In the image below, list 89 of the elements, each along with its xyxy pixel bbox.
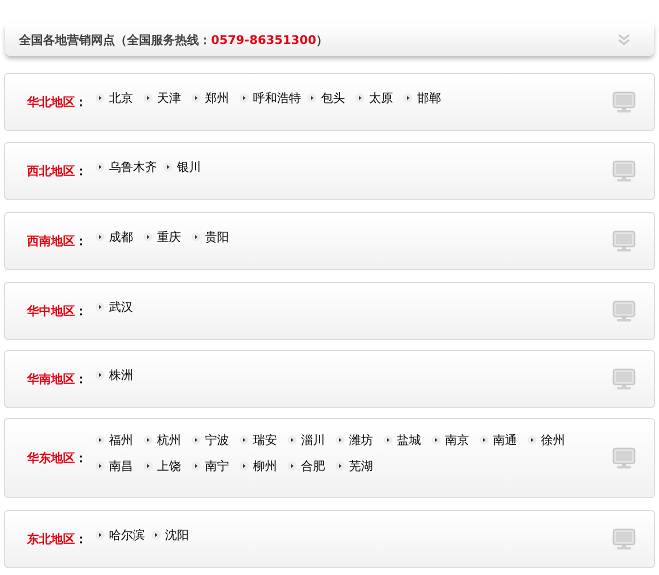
colon: ： — [75, 450, 88, 467]
colon: ： — [75, 163, 88, 180]
city-link[interactable]: 上饶 — [143, 457, 191, 475]
colon: ： — [75, 371, 88, 388]
region-name: 西南地区 — [27, 233, 75, 250]
bullet-icon — [143, 461, 153, 471]
region-name: 华南地区 — [27, 371, 75, 388]
city-link[interactable]: 柳州 — [239, 457, 287, 475]
city-link[interactable]: 武汉 — [95, 298, 143, 316]
city-link[interactable]: 包头 — [307, 89, 355, 107]
double-chevron-icon[interactable] — [618, 34, 630, 46]
city-link[interactable]: 成都 — [95, 228, 143, 246]
bullet-icon — [95, 302, 105, 312]
bullet-icon — [143, 93, 153, 103]
city-link[interactable]: 南昌 — [95, 457, 143, 475]
colon: ： — [75, 303, 88, 320]
city-link[interactable]: 芜湖 — [335, 457, 383, 475]
city-link[interactable]: 银川 — [163, 158, 211, 176]
monitor-icon — [612, 160, 636, 182]
bullet-icon — [95, 461, 105, 471]
city-link[interactable]: 南宁 — [191, 457, 239, 475]
bullet-icon — [95, 232, 105, 242]
region-name: 东北地区 — [27, 531, 75, 548]
city-link[interactable]: 瑞安 — [239, 431, 287, 449]
city-link[interactable]: 呼和浩特 — [239, 89, 307, 107]
bullet-icon — [163, 162, 173, 172]
city-link[interactable]: 合肥 — [287, 457, 335, 475]
bullet-icon — [527, 435, 537, 445]
region-name: 华中地区 — [27, 303, 75, 320]
city-link[interactable]: 贵阳 — [191, 228, 239, 246]
region-name: 西北地区 — [27, 163, 75, 180]
monitor-icon — [612, 300, 636, 322]
monitor-icon — [612, 368, 636, 390]
bullet-icon — [95, 530, 105, 540]
bullet-icon — [95, 435, 105, 445]
city-link[interactable]: 宁波 — [191, 431, 239, 449]
bullet-icon — [239, 435, 249, 445]
city-link[interactable]: 北京 — [95, 89, 143, 107]
bullet-icon — [287, 435, 297, 445]
bullet-icon — [95, 93, 105, 103]
bullet-icon — [191, 232, 201, 242]
bullet-icon — [307, 93, 317, 103]
city-link[interactable]: 重庆 — [143, 228, 191, 246]
city-link[interactable]: 盐城 — [383, 431, 431, 449]
city-link[interactable]: 郑州 — [191, 89, 239, 107]
bullet-icon — [191, 435, 201, 445]
bullet-icon — [239, 93, 249, 103]
bullet-icon — [239, 461, 249, 471]
bullet-icon — [287, 461, 297, 471]
city-link[interactable]: 淄川 — [287, 431, 335, 449]
bullet-icon — [151, 530, 161, 540]
city-link[interactable]: 太原 — [355, 89, 403, 107]
city-link[interactable]: 杭州 — [143, 431, 191, 449]
colon: ： — [75, 94, 88, 111]
bullet-icon — [431, 435, 441, 445]
monitor-icon — [612, 230, 636, 252]
bullet-icon — [335, 461, 345, 471]
region-name: 华北地区 — [27, 94, 75, 111]
city-link[interactable]: 福州 — [95, 431, 143, 449]
bullet-icon — [383, 435, 393, 445]
city-link[interactable]: 潍坊 — [335, 431, 383, 449]
city-link[interactable]: 沈阳 — [151, 526, 199, 544]
city-link[interactable]: 天津 — [143, 89, 191, 107]
colon: ： — [75, 233, 88, 250]
city-link[interactable]: 徐州 — [527, 431, 575, 449]
header-title: 全国各地营销网点（全国服务热线： — [19, 32, 211, 49]
monitor-icon — [612, 528, 636, 550]
bullet-icon — [403, 93, 413, 103]
bullet-icon — [143, 232, 153, 242]
bullet-icon — [95, 370, 105, 380]
monitor-icon — [612, 447, 636, 469]
header-closing: ） — [316, 32, 328, 49]
city-link[interactable]: 邯郸 — [403, 89, 451, 107]
hotline-number: 0579-86351300 — [211, 32, 316, 49]
colon: ： — [75, 531, 88, 548]
bullet-icon — [355, 93, 365, 103]
bullet-icon — [335, 435, 345, 445]
region-name: 华东地区 — [27, 450, 75, 467]
bullet-icon — [95, 162, 105, 172]
city-link[interactable]: 乌鲁木齐 — [95, 158, 163, 176]
city-link[interactable]: 南通 — [479, 431, 527, 449]
bullet-icon — [191, 93, 201, 103]
city-link[interactable]: 南京 — [431, 431, 479, 449]
monitor-icon — [612, 91, 636, 113]
bullet-icon — [479, 435, 489, 445]
city-link[interactable]: 株洲 — [95, 366, 143, 384]
bullet-icon — [143, 435, 153, 445]
bullet-icon — [191, 461, 201, 471]
city-link[interactable]: 哈尔滨 — [95, 526, 151, 544]
